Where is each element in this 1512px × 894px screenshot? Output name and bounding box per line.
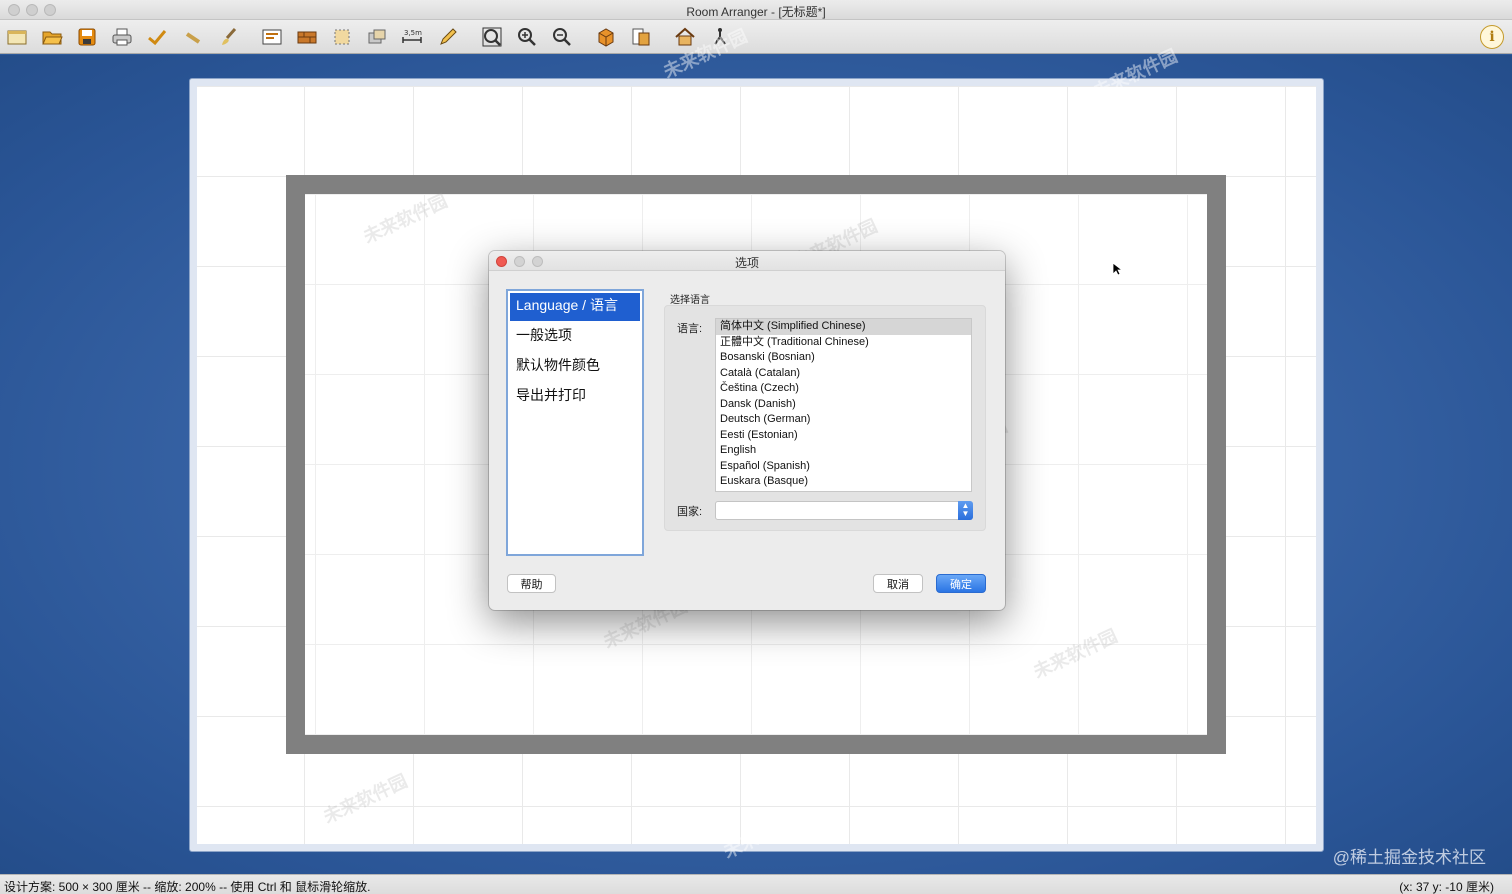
wall-icon[interactable] [295, 25, 319, 49]
chevron-updown-icon[interactable]: ▲ ▼ [958, 501, 973, 520]
language-list[interactable]: 简体中文 (Simplified Chinese) 正體中文 (Traditio… [715, 318, 972, 492]
language-option[interactable]: Dansk (Danish) [716, 397, 971, 413]
language-option[interactable]: 简体中文 (Simplified Chinese) [716, 319, 971, 335]
category-list[interactable]: Language / 语言 一般选项 默认物件颜色 导出并打印 [506, 289, 644, 556]
category-export-print[interactable]: 导出并打印 [510, 383, 640, 411]
dialog-title: 选项 [734, 256, 759, 270]
save-icon[interactable] [75, 25, 99, 49]
country-label: 国家: [677, 506, 703, 518]
language-option[interactable]: Español (Spanish) [716, 459, 971, 475]
category-language[interactable]: Language / 语言 [510, 293, 640, 321]
mouse-cursor-icon [1112, 262, 1122, 276]
corner-watermark: @稀土掘金技术社区 [1332, 848, 1486, 867]
dialog-titlebar: 选项 [489, 251, 1005, 271]
pencil-icon[interactable] [436, 25, 460, 49]
country-select[interactable]: ▲ ▼ [715, 501, 973, 520]
status-coordinates: (x: 37 y: -10 厘米) [1399, 880, 1494, 894]
category-general[interactable]: 一般选项 [510, 323, 640, 351]
open-folder-icon[interactable] [40, 25, 64, 49]
ok-button[interactable]: 确定 [936, 574, 986, 593]
help-button[interactable]: 帮助 [507, 574, 556, 593]
3d-box-icon[interactable] [594, 25, 618, 49]
print-icon[interactable] [110, 25, 134, 49]
new-icon[interactable] [5, 25, 29, 49]
group-title: 选择语言 [670, 295, 710, 306]
language-option[interactable]: Euskara (Basque) [716, 474, 971, 490]
window-title: Room Arranger - [无标题*] [686, 5, 826, 19]
cancel-button[interactable]: 取消 [873, 574, 923, 593]
language-option[interactable]: English [716, 443, 971, 459]
measure-icon[interactable]: 3,5m [400, 25, 424, 49]
language-option[interactable]: Čeština (Czech) [716, 381, 971, 397]
paint-brush-icon[interactable] [217, 25, 241, 49]
redo-icon[interactable] [182, 25, 206, 49]
language-label: 语言: [677, 323, 703, 335]
window-titlebar: Room Arranger - [无标题*] [0, 0, 1512, 20]
status-design-info: 设计方案: 500 × 300 厘米 -- 缩放: 200% -- 使用 Ctr… [4, 880, 371, 894]
zoom-in-icon[interactable] [515, 25, 539, 49]
svg-text:3,5m: 3,5m [404, 29, 422, 37]
status-bar: 设计方案: 500 × 300 厘米 -- 缩放: 200% -- 使用 Ctr… [0, 874, 1512, 894]
zoom-fit-icon[interactable] [480, 25, 504, 49]
undo-icon[interactable] [145, 25, 169, 49]
language-option[interactable]: Eesti (Estonian) [716, 428, 971, 444]
objects-icon[interactable] [365, 25, 389, 49]
object-library-icon[interactable] [629, 25, 653, 49]
language-option[interactable]: Deutsch (German) [716, 412, 971, 428]
language-option[interactable]: 正體中文 (Traditional Chinese) [716, 335, 971, 351]
options-dialog: 选项 Language / 语言 一般选项 默认物件颜色 导出并打印 选择语言 … [489, 251, 1005, 610]
zoom-out-icon[interactable] [550, 25, 574, 49]
select-area-icon[interactable] [330, 25, 354, 49]
category-default-colors[interactable]: 默认物件颜色 [510, 353, 640, 381]
language-option[interactable]: Català (Catalan) [716, 366, 971, 382]
main-toolbar: 3,5m i [0, 20, 1512, 54]
language-option[interactable]: Bosanski (Bosnian) [716, 350, 971, 366]
info-icon[interactable]: i [1480, 25, 1504, 49]
room-properties-icon[interactable] [260, 25, 284, 49]
